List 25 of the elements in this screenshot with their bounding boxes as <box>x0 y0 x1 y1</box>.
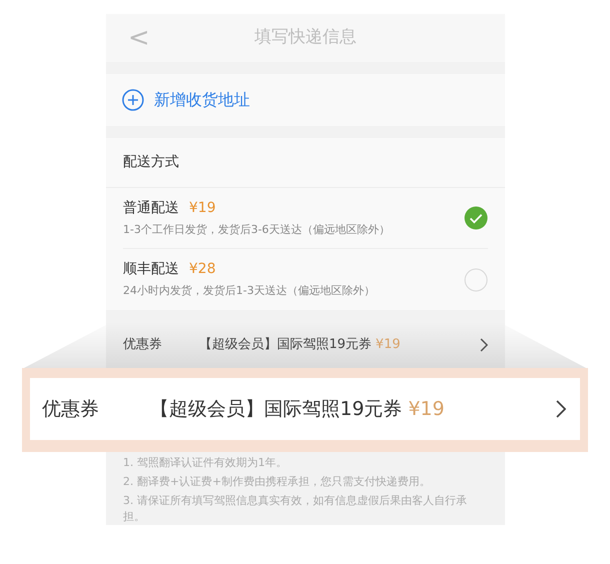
delivery-option[interactable]: 顺丰配送 ¥28 24小时内发货，发货后1-3天送达（偏远地区除外） <box>123 249 488 310</box>
option-name: 顺丰配送 <box>123 260 179 280</box>
section-heading: 配送方式 <box>123 153 179 172</box>
option-note: 24小时内发货，发货后1-3天送达（偏远地区除外） <box>123 283 375 300</box>
note-text: 1. 驾照翻译认证件有效期为1年。 <box>123 455 288 471</box>
option-price: ¥19 <box>189 198 216 218</box>
option-name: 普通配送 <box>123 198 179 218</box>
chevron-right-icon <box>556 400 566 418</box>
selected-check-icon[interactable] <box>464 206 488 230</box>
coupon-label: 优惠券 <box>123 336 163 354</box>
coupon-price: ¥19 <box>408 396 444 422</box>
coupon-label: 优惠券 <box>42 396 100 422</box>
note-text: 2. 翻译费+认证费+制作费由携程承担，您只需支付快递费用。 <box>123 474 432 490</box>
option-price: ¥28 <box>189 260 216 280</box>
radio-button[interactable] <box>464 268 488 292</box>
add-icon <box>122 89 144 111</box>
page-title: 填写快递信息 <box>254 26 356 50</box>
coupon-value: 【超级会员】国际驾照19元券 <box>150 396 402 422</box>
delivery-option[interactable]: 普通配送 ¥19 1-3个工作日发货，发货后3-6天送达（偏远地区除外） <box>123 188 488 249</box>
add-address-button[interactable]: 新增收货地址 <box>106 74 505 126</box>
option-note: 1-3个工作日发货，发货后3-6天送达（偏远地区除外） <box>123 222 390 238</box>
chevron-right-icon <box>480 338 488 352</box>
note-text: 3. 请保证所有填写驾照信息真实有效，如有信息虚假后果由客人自行承担。 <box>123 493 468 525</box>
coupon-price: ¥19 <box>376 336 400 354</box>
coupon-value[interactable]: 【超级会员】国际驾照19元券 <box>199 335 372 355</box>
